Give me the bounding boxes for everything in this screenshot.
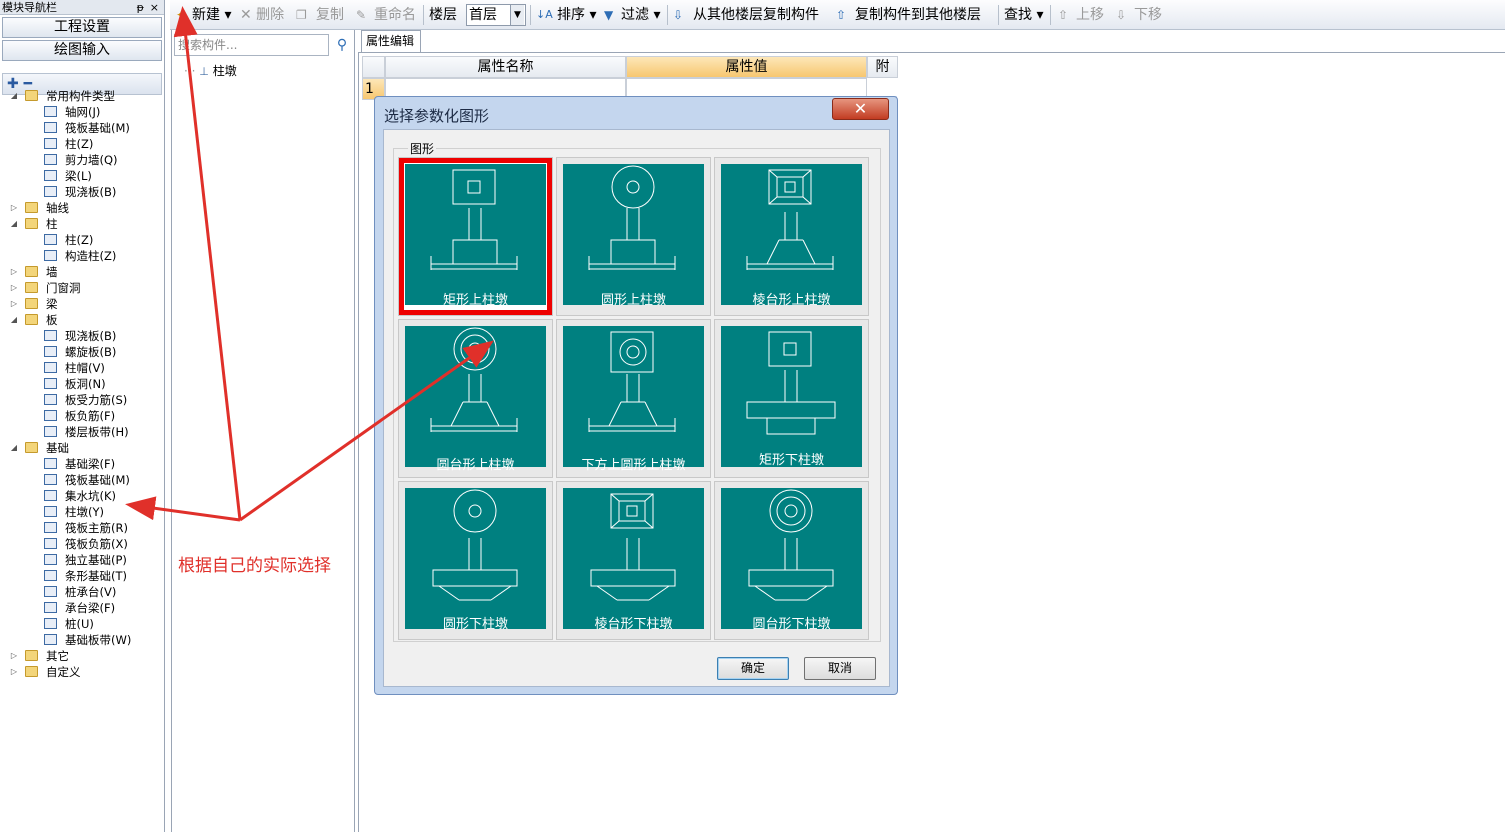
arrow-to-pier-item (125, 496, 241, 522)
arrow-to-new-button (173, 6, 242, 521)
arrow-to-shape (239, 340, 494, 522)
annotation-arrows (125, 6, 494, 522)
